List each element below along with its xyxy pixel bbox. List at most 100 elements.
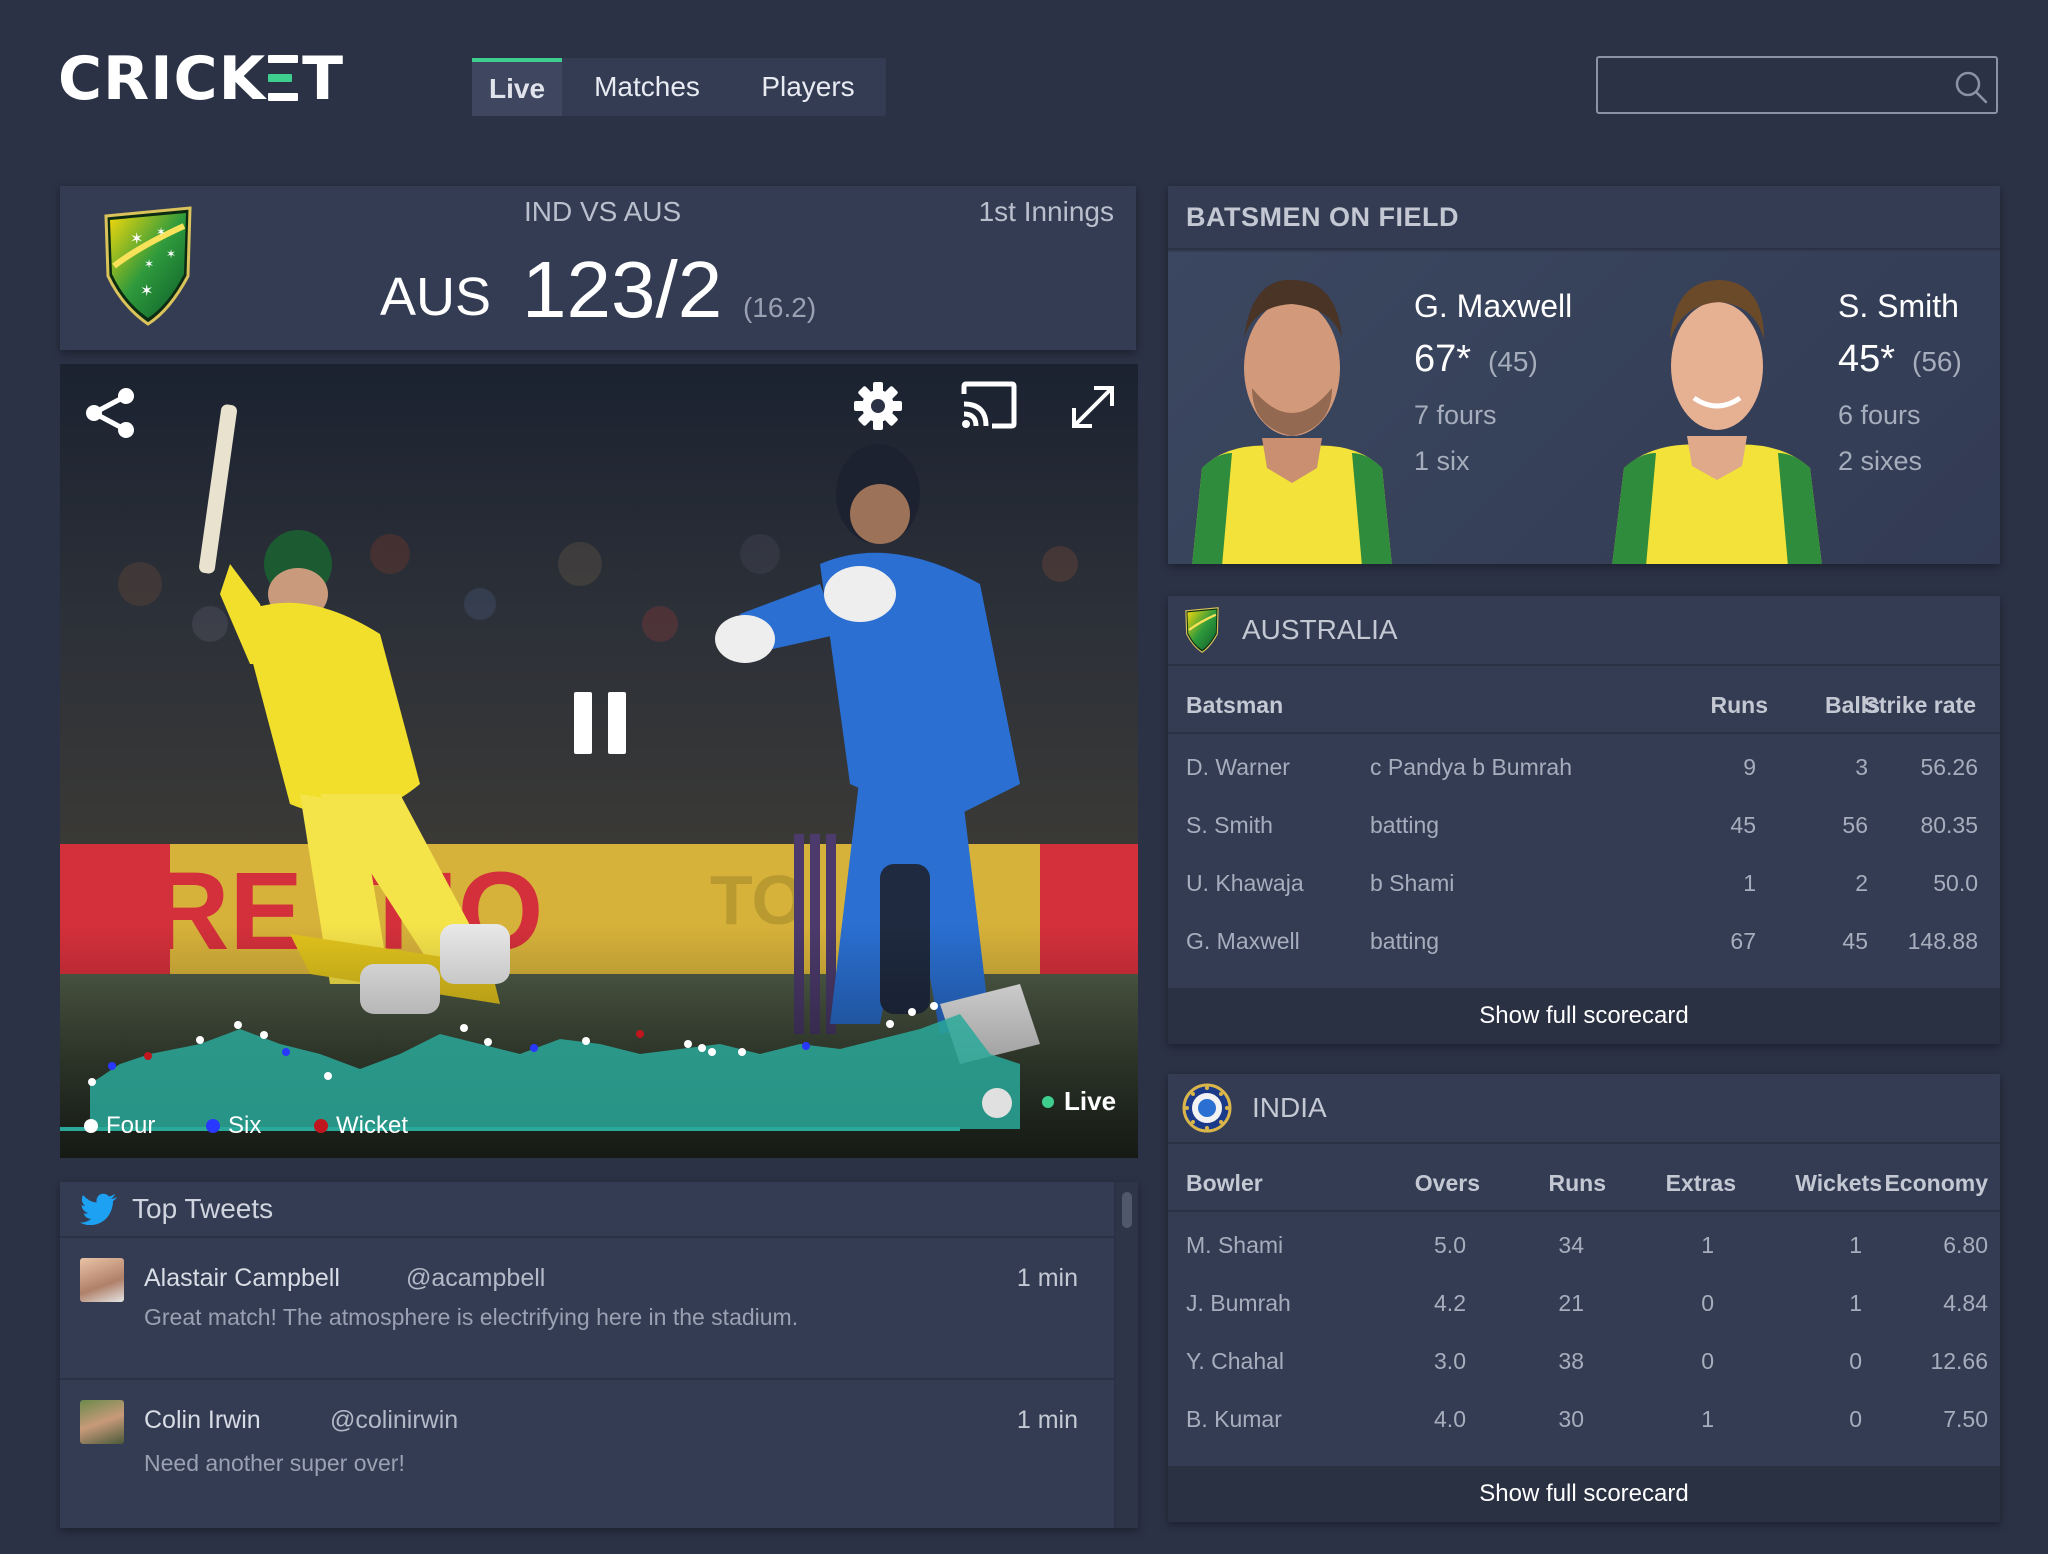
legend-wicket: Wicket bbox=[314, 1112, 408, 1140]
legend-six-label: Six bbox=[228, 1112, 262, 1139]
cast-icon[interactable] bbox=[960, 380, 1018, 430]
player-photo-smith[interactable] bbox=[1612, 268, 1822, 564]
timeline-event-dot[interactable] bbox=[636, 1030, 644, 1038]
score-runs-wickets: 123/2 bbox=[522, 245, 723, 334]
cell-overs: 5.0 bbox=[1434, 1232, 1466, 1258]
india-bcci-logo-icon bbox=[1182, 1083, 1232, 1133]
batsman-1-score: 67* bbox=[1414, 338, 1472, 380]
timeline-event-dot[interactable] bbox=[930, 1002, 938, 1010]
avatar[interactable] bbox=[80, 1400, 124, 1444]
col-strike-rate: Strike rate bbox=[1863, 692, 1976, 718]
timeline-event-dot[interactable] bbox=[260, 1031, 268, 1039]
australia-show-full-scorecard-button[interactable]: Show full scorecard bbox=[1168, 988, 2000, 1044]
timeline-event-dot[interactable] bbox=[324, 1072, 332, 1080]
timeline-event-dot[interactable] bbox=[460, 1024, 468, 1032]
col-runs: Runs bbox=[1710, 692, 1769, 718]
cell-bowler[interactable]: B. Kumar bbox=[1186, 1406, 1282, 1433]
tab-players[interactable]: Players bbox=[732, 58, 884, 116]
timeline-event-dot[interactable] bbox=[530, 1044, 538, 1052]
tweets-scrollbar[interactable] bbox=[1114, 1182, 1138, 1528]
timeline-event-dot[interactable] bbox=[684, 1040, 692, 1048]
tweet-time: 1 min bbox=[1016, 1264, 1078, 1292]
pause-icon[interactable] bbox=[570, 690, 630, 756]
india-show-full-scorecard-button[interactable]: Show full scorecard bbox=[1168, 1466, 2000, 1522]
timeline-event-dot[interactable] bbox=[698, 1044, 706, 1052]
cell-batsman[interactable]: G. Maxwell bbox=[1186, 928, 1300, 955]
cell-wickets: 1 bbox=[1849, 1232, 1862, 1258]
top-tweets-panel: Top Tweets Alastair Campbell @acampbell … bbox=[60, 1182, 1138, 1528]
batsman-1-fours: 7 fours bbox=[1414, 400, 1497, 430]
table-header-divider bbox=[1168, 732, 2000, 734]
tweet-message: Great match! The atmosphere is electrify… bbox=[144, 1304, 799, 1330]
cell-strike-rate: 56.26 bbox=[1920, 754, 1978, 780]
batsman-1-name[interactable]: G. Maxwell bbox=[1414, 288, 1572, 325]
tweet-message: Need another super over! bbox=[144, 1450, 405, 1476]
timeline-event-dot[interactable] bbox=[738, 1048, 746, 1056]
col-overs: Overs bbox=[1414, 1170, 1480, 1196]
cell-overs: 4.2 bbox=[1434, 1290, 1466, 1316]
cell-dismissal: batting bbox=[1370, 928, 1440, 954]
tweet-handle[interactable]: @acampbell bbox=[406, 1264, 545, 1293]
timeline-event-dot[interactable] bbox=[88, 1078, 96, 1086]
tweet-item[interactable]: Colin Irwin @colinirwin 1 min Need anoth… bbox=[60, 1392, 1114, 1522]
live-indicator[interactable]: Live bbox=[1042, 1086, 1116, 1117]
cell-batsman[interactable]: U. Khawaja bbox=[1186, 870, 1304, 897]
timeline-event-dot[interactable] bbox=[484, 1038, 492, 1046]
player-photo-maxwell[interactable] bbox=[1192, 268, 1392, 564]
timeline-event-dot[interactable] bbox=[582, 1037, 590, 1045]
svg-text:✶: ✶ bbox=[166, 247, 176, 261]
batsman-2-score: 45* bbox=[1838, 338, 1896, 380]
cell-balls: 56 bbox=[1842, 812, 1868, 838]
cell-overs: 4.0 bbox=[1434, 1406, 1466, 1432]
four-dot-icon bbox=[84, 1119, 98, 1133]
settings-gear-icon[interactable] bbox=[852, 380, 904, 432]
tweet-time: 1 min bbox=[1016, 1406, 1078, 1434]
scroll-thumb[interactable] bbox=[1122, 1192, 1132, 1228]
cell-extras: 0 bbox=[1701, 1348, 1714, 1374]
twitter-bird-icon bbox=[80, 1193, 117, 1225]
tweet-author[interactable]: Colin Irwin bbox=[144, 1406, 261, 1435]
batting-team: AUS bbox=[380, 267, 492, 327]
timeline-event-dot[interactable] bbox=[282, 1048, 290, 1056]
search-icon[interactable] bbox=[1954, 70, 1988, 104]
video-player[interactable]: RE TIO TO bbox=[60, 364, 1138, 1158]
cell-bowler[interactable]: J. Bumrah bbox=[1186, 1290, 1291, 1317]
app-logo[interactable]: CRICK T bbox=[58, 44, 344, 114]
search-input[interactable] bbox=[1598, 58, 1938, 112]
legend-wicket-label: Wicket bbox=[336, 1112, 408, 1139]
avatar[interactable] bbox=[80, 1258, 124, 1302]
timeline-event-dot[interactable] bbox=[196, 1036, 204, 1044]
cell-batsman[interactable]: D. Warner bbox=[1186, 754, 1290, 781]
cell-wickets: 0 bbox=[1849, 1406, 1862, 1432]
cell-runs: 34 bbox=[1558, 1232, 1584, 1258]
cell-bowler[interactable]: M. Shami bbox=[1186, 1232, 1283, 1259]
batsman-2-fours: 6 fours bbox=[1838, 400, 1921, 430]
cell-balls: 45 bbox=[1842, 928, 1868, 954]
tweet-handle[interactable]: @colinirwin bbox=[330, 1406, 458, 1435]
tweet-author[interactable]: Alastair Campbell bbox=[144, 1264, 340, 1293]
tab-matches[interactable]: Matches bbox=[562, 58, 732, 116]
timeline-event-dot[interactable] bbox=[144, 1052, 152, 1060]
timeline-event-dot[interactable] bbox=[108, 1062, 116, 1070]
cell-runs: 9 bbox=[1743, 754, 1756, 780]
timeline-event-dot[interactable] bbox=[802, 1042, 810, 1050]
timeline-event-dot[interactable] bbox=[886, 1020, 894, 1028]
timeline-event-dot[interactable] bbox=[908, 1008, 916, 1016]
tweet-item[interactable]: Alastair Campbell @acampbell 1 min Great… bbox=[60, 1250, 1114, 1380]
cell-strike-rate: 80.35 bbox=[1920, 812, 1978, 838]
col-economy: Economy bbox=[1884, 1170, 1988, 1196]
fullscreen-icon[interactable] bbox=[1070, 384, 1116, 430]
india-bowling-panel: INDIA Bowler Overs Runs Extras Wickets E… bbox=[1168, 1074, 2000, 1522]
cell-runs: 1 bbox=[1743, 870, 1756, 896]
tab-live[interactable]: Live bbox=[472, 58, 562, 116]
timeline-event-dot[interactable] bbox=[234, 1021, 242, 1029]
cell-runs: 45 bbox=[1730, 812, 1756, 838]
cell-bowler[interactable]: Y. Chahal bbox=[1186, 1348, 1284, 1375]
cell-wickets: 1 bbox=[1849, 1290, 1862, 1316]
batsmen-on-field-panel: BATSMEN ON FIELD G. Maxwell 67* (45) 7 f… bbox=[1168, 186, 2000, 564]
timeline-event-dot[interactable] bbox=[708, 1048, 716, 1056]
timeline-scrubber-handle[interactable] bbox=[982, 1088, 1012, 1118]
share-icon[interactable] bbox=[82, 386, 140, 440]
cell-batsman[interactable]: S. Smith bbox=[1186, 812, 1273, 839]
batsman-2-name[interactable]: S. Smith bbox=[1838, 288, 1959, 325]
